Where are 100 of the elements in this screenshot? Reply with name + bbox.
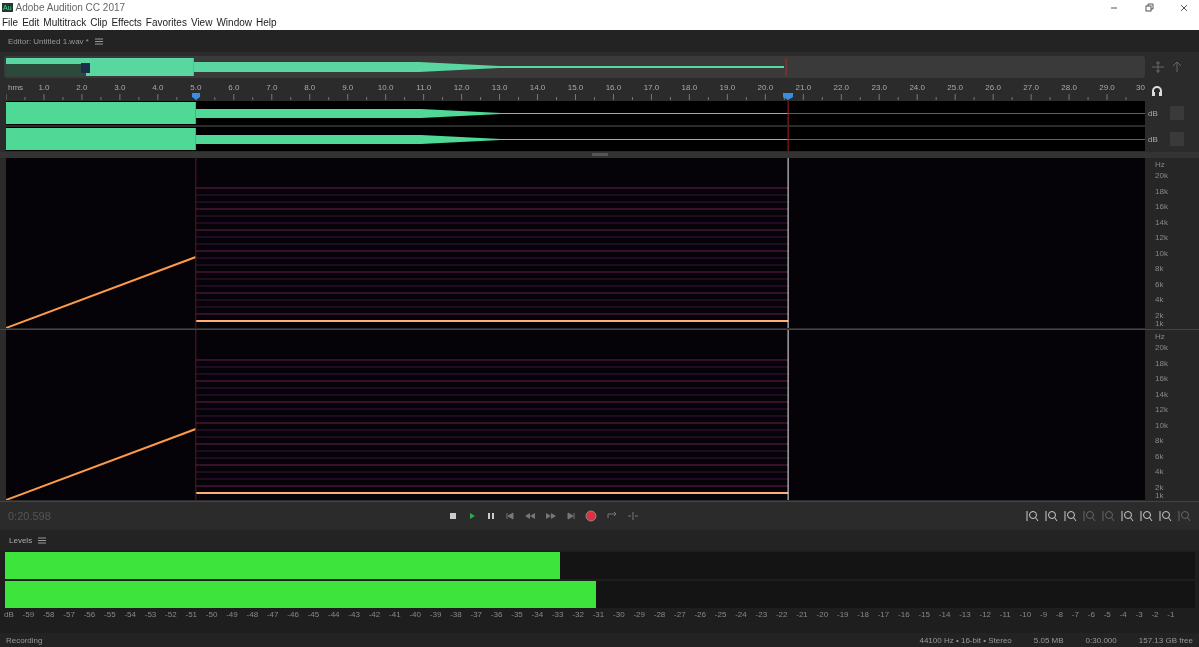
level-scale-label: -1 (1167, 610, 1175, 619)
loop-icon[interactable] (606, 511, 618, 521)
panel-divider-handle[interactable] (591, 153, 608, 156)
zoom-out-amplitude-icon[interactable] (1045, 510, 1058, 522)
level-scale-label: -42 (368, 610, 381, 619)
frequency-label: 4k (1155, 467, 1164, 476)
level-scale-label: -13 (959, 610, 971, 619)
level-scale-label: -7 (1071, 610, 1079, 619)
menu-item[interactable]: Favorites (145, 17, 187, 28)
frequency-label: 6k (1155, 451, 1164, 461)
frequency-label: 18k (1155, 186, 1168, 196)
play-icon[interactable] (467, 511, 477, 521)
menu-item[interactable]: Clip (90, 17, 108, 28)
level-scale-label: -44 (328, 610, 340, 619)
frequency-label: 16k (1155, 202, 1168, 211)
level-scale-label: -21 (796, 610, 808, 619)
level-scale-label: -25 (714, 610, 727, 619)
level-scale-label: -4 (1119, 610, 1127, 619)
zoom-in-amplitude-icon[interactable] (1026, 510, 1039, 522)
menu-item[interactable]: Help (256, 17, 277, 28)
editor-tab[interactable]: Editor: Untitled 1.wav * (8, 36, 89, 46)
frequency-label: 12k (1155, 405, 1168, 414)
level-scale-label: -16 (898, 610, 910, 619)
time-label: 29.0 (1099, 83, 1115, 92)
level-scale-label: -36 (490, 610, 503, 619)
frequency-label: 14k (1155, 217, 1168, 227)
level-scale-label: -39 (429, 610, 442, 619)
close-icon[interactable] (1179, 2, 1189, 13)
frequency-label: 10k (1155, 420, 1168, 430)
time-label: 30 (1136, 83, 1145, 92)
time-label: 27.0 (1023, 83, 1039, 92)
level-scale-label: -19 (836, 610, 849, 619)
time-label: 18.0 (681, 83, 698, 92)
level-scale-label: -59 (22, 610, 35, 619)
level-scale-label: -56 (83, 610, 96, 619)
rewind-icon[interactable] (524, 511, 536, 521)
level-scale-label: -5 (1103, 610, 1111, 619)
level-scale-label: -37 (470, 610, 483, 619)
frequency-label: 6k (1155, 279, 1164, 289)
time-label: 22.0 (833, 83, 850, 92)
menu-icon[interactable] (94, 37, 103, 45)
time-label: 5.0 (190, 83, 202, 92)
time-label: 23.0 (871, 83, 887, 92)
record-icon[interactable] (585, 510, 597, 522)
menu-item[interactable]: View (190, 17, 213, 28)
time-label: 2.0 (76, 83, 88, 92)
level-scale-label: -54 (124, 610, 136, 619)
menu-item[interactable]: Window (216, 17, 252, 28)
level-scale-label: -14 (938, 610, 951, 619)
panel-title: Levels (9, 535, 33, 545)
frequency-label: 8k (1155, 264, 1164, 273)
time-label: 17.0 (643, 83, 660, 92)
level-scale-label: -17 (877, 610, 890, 619)
zoom-out-icon[interactable] (1083, 510, 1096, 522)
menu-item[interactable]: Effects (111, 17, 142, 28)
time-label: 6.0 (228, 83, 240, 92)
level-scale-label: -2 (1151, 610, 1159, 619)
zoom-in-icon[interactable] (1064, 510, 1077, 522)
level-scale-label: -53 (144, 610, 157, 619)
time-label: 8.0 (304, 83, 316, 92)
level-scale-label: -23 (755, 610, 768, 619)
time-label: 14.0 (529, 83, 546, 92)
menu-item[interactable]: Multitrack (43, 17, 87, 28)
frequency-label: 8k (1155, 436, 1164, 445)
level-scale-label: -29 (633, 610, 645, 619)
time-label: 12.0 (453, 83, 470, 92)
level-scale-label: -33 (551, 610, 564, 619)
level-scale-label: -27 (674, 610, 686, 619)
level-scale-label: -8 (1055, 610, 1063, 619)
frequency-label: 1k (1155, 490, 1164, 500)
status-item: 157.13 GB free (1138, 635, 1193, 645)
skip-to-start-icon[interactable] (505, 511, 515, 521)
time-label: 4.0 (152, 83, 164, 92)
menu-item[interactable]: File (2, 17, 19, 28)
level-scale-label: -9 (1039, 610, 1048, 619)
level-scale-label: -3 (1135, 610, 1143, 619)
menu-icon[interactable] (38, 536, 47, 544)
skip-to-end-icon[interactable] (566, 511, 576, 521)
headphones-icon[interactable] (1151, 85, 1163, 97)
zoom-out-full-icon[interactable] (1159, 510, 1172, 522)
frequency-unit-label: Hz (1155, 332, 1165, 341)
restore-icon[interactable] (1144, 2, 1154, 13)
stop-icon[interactable] (448, 511, 458, 521)
time-label: 21.0 (795, 83, 812, 92)
time-label: 3.0 (114, 83, 126, 92)
time-label: 24.0 (909, 83, 925, 92)
level-scale-label: -47 (266, 610, 279, 619)
pause-icon[interactable] (486, 511, 496, 521)
fast-forward-icon[interactable] (545, 511, 557, 521)
level-scale-label: -11 (999, 610, 1011, 619)
zoom-navigator-icon[interactable] (1151, 60, 1165, 74)
level-scale-label: dB (4, 610, 14, 619)
frequency-label: 20k (1155, 171, 1168, 180)
level-scale-label: -18 (857, 610, 869, 619)
frequency-label: 4k (1155, 295, 1164, 304)
time-label: 26.0 (985, 83, 1001, 92)
pin-icon[interactable] (1171, 61, 1183, 73)
level-scale-label: -10 (1019, 610, 1032, 619)
menu-item[interactable]: Edit (22, 17, 40, 28)
level-scale-label: -6 (1087, 610, 1095, 619)
